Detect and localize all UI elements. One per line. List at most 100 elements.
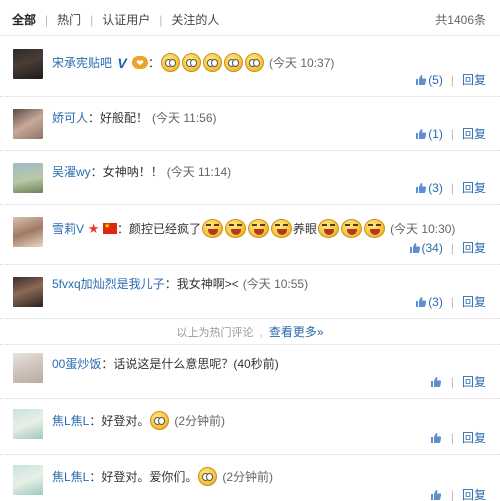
comment-content: 5fvxq加灿烈是我儿子 ： 我女神啊>< (今天 10:55) [52, 275, 490, 293]
comment-actions: (3) | 回复 [415, 179, 486, 196]
sweat-smile-emoji [161, 53, 181, 72]
colon: ： [164, 277, 177, 291]
comment-username[interactable]: 娇可人 [52, 109, 88, 127]
reply-button[interactable]: 回复 [462, 125, 486, 142]
like-button[interactable] [430, 489, 443, 501]
comment-text: 养眼 [293, 221, 318, 236]
comment-item: 宋承宪贴吧 V ❤ ： (今天 10:37) (5) | 回复 [0, 37, 500, 97]
tab-following[interactable]: 关注的人 [171, 11, 219, 28]
like-count: (3) [428, 294, 443, 309]
member-icon[interactable]: ❤ [132, 56, 149, 69]
sweat-smile-emoji [198, 467, 218, 486]
sweat-smile-emoji [245, 53, 265, 72]
comment-time: (今天 11:14) [166, 165, 232, 179]
thumbs-up-icon [430, 376, 441, 387]
comment-item: 焦L焦L ： 好登对。 (2分钟前) | 回复 [0, 399, 500, 455]
comment-text: 好般配！ [100, 111, 149, 125]
like-button[interactable]: (3) [415, 181, 443, 195]
like-count: (5) [428, 72, 443, 87]
colon: ： [90, 165, 103, 179]
avatar[interactable] [13, 217, 43, 247]
thumbs-up-icon [430, 489, 441, 500]
comment-time: (2分钟前) [174, 413, 226, 428]
laughing-emoji [225, 219, 247, 238]
colon: ： [89, 469, 102, 484]
like-button[interactable]: (1) [415, 127, 443, 141]
sweat-smile-emoji [203, 53, 223, 72]
comment-filter-bar: 全部 | 热门 | 认证用户 | 关注的人 共1406条 [0, 0, 500, 36]
avatar[interactable] [13, 109, 43, 139]
like-button[interactable]: (5) [415, 73, 443, 87]
action-separator: | [450, 126, 454, 141]
comment-item: 吴濯wy ： 女神呐！！ (今天 11:14) (3) | 回复 [0, 151, 500, 205]
comment-actions: | 回复 [430, 373, 486, 390]
thumbs-up-icon [409, 242, 420, 253]
tab-separator: | [159, 12, 163, 27]
comment-item: 雪莉V ★ ★ ： 颜控已经疯了 养眼 (今天 10:30) (34) | 回复 [0, 205, 500, 265]
comment-item: 焦L焦L ： 好登对。爱你们。 (2分钟前) | 回复 [0, 455, 500, 501]
reply-button[interactable]: 回复 [462, 429, 486, 446]
comment-text: 我女神啊>< [176, 277, 239, 291]
reply-button[interactable]: 回复 [462, 179, 486, 196]
thumbs-up-icon [416, 296, 427, 307]
hot-comments-divider: 以上为热门评论 , 查看更多» [0, 319, 500, 345]
like-button[interactable]: (3) [415, 295, 443, 309]
tab-separator: | [90, 12, 94, 27]
comment-item: 5fvxq加灿烈是我儿子 ： 我女神啊>< (今天 10:55) (3) | 回… [0, 265, 500, 319]
comment-username[interactable]: 雪莉V [52, 220, 84, 238]
comment-list: 宋承宪贴吧 V ❤ ： (今天 10:37) (5) | 回复 娇可人 ： 好般… [0, 37, 500, 501]
vip-v-icon[interactable]: V [115, 55, 129, 71]
comment-text: 好登对。爱你们。 [101, 469, 198, 484]
colon: ： [89, 413, 102, 428]
reply-button[interactable]: 回复 [462, 373, 486, 390]
comment-time: (今天 11:56) [152, 111, 217, 125]
like-count: (34) [421, 240, 443, 255]
tab-hot[interactable]: 热门 [57, 11, 81, 28]
comment-text: 女神呐！！ [102, 165, 163, 179]
like-button[interactable] [430, 376, 443, 388]
see-more-link[interactable]: 查看更多» [269, 323, 324, 340]
avatar[interactable] [13, 465, 43, 495]
sweat-smile-emoji [182, 53, 202, 72]
comment-username[interactable]: 焦L焦L [52, 468, 89, 486]
comment-text: 颜控已经疯了 [129, 221, 202, 236]
tab-separator: | [45, 12, 49, 27]
avatar[interactable] [13, 163, 43, 193]
comment-time: (今天 10:37) [269, 55, 335, 70]
avatar[interactable] [13, 353, 43, 383]
comment-username[interactable]: 焦L焦L [52, 412, 89, 430]
comment-username[interactable]: 宋承宪贴吧 [52, 54, 112, 72]
comment-username[interactable]: 5fvxq加灿烈是我儿子 [52, 275, 165, 293]
reply-button[interactable]: 回复 [462, 239, 486, 256]
avatar[interactable] [13, 409, 43, 439]
filter-tabs: 全部 | 热门 | 认证用户 | 关注的人 [12, 11, 219, 28]
like-count: (1) [428, 126, 443, 141]
star-icon[interactable]: ★ [87, 221, 100, 236]
colon: ： [148, 55, 161, 70]
comment-content: 00蛋炒饭 ： 话说这是什么意思呢？(40秒前) [52, 355, 490, 373]
comment-text: 话说这是什么意思呢？(40秒前) [113, 357, 279, 371]
reply-button[interactable]: 回复 [462, 293, 486, 310]
action-separator: | [450, 72, 454, 87]
comment-time: (今天 10:55) [242, 277, 309, 291]
laughing-emoji [271, 219, 293, 238]
comment-content: 宋承宪贴吧 V ❤ ： (今天 10:37) [52, 53, 490, 72]
avatar[interactable] [13, 277, 43, 307]
reply-button[interactable]: 回复 [462, 71, 486, 88]
avatar[interactable] [13, 49, 43, 79]
sweat-smile-emoji [224, 53, 244, 72]
comment-username[interactable]: 00蛋炒饭 [52, 355, 101, 373]
like-button[interactable] [430, 432, 443, 444]
laughing-emoji [248, 219, 270, 238]
like-count: (3) [428, 180, 443, 195]
tab-all[interactable]: 全部 [12, 11, 36, 28]
tab-verified-users[interactable]: 认证用户 [102, 11, 150, 28]
comment-username[interactable]: 吴濯wy [52, 163, 91, 181]
comment-time: (2分钟前) [222, 469, 274, 484]
like-button[interactable]: (34) [409, 241, 443, 255]
comment-time: (今天 10:30) [390, 221, 456, 236]
comment-actions: (1) | 回复 [415, 125, 486, 142]
comment-actions: | 回复 [430, 429, 486, 446]
reply-button[interactable]: 回复 [462, 486, 486, 501]
action-separator: | [450, 240, 454, 255]
